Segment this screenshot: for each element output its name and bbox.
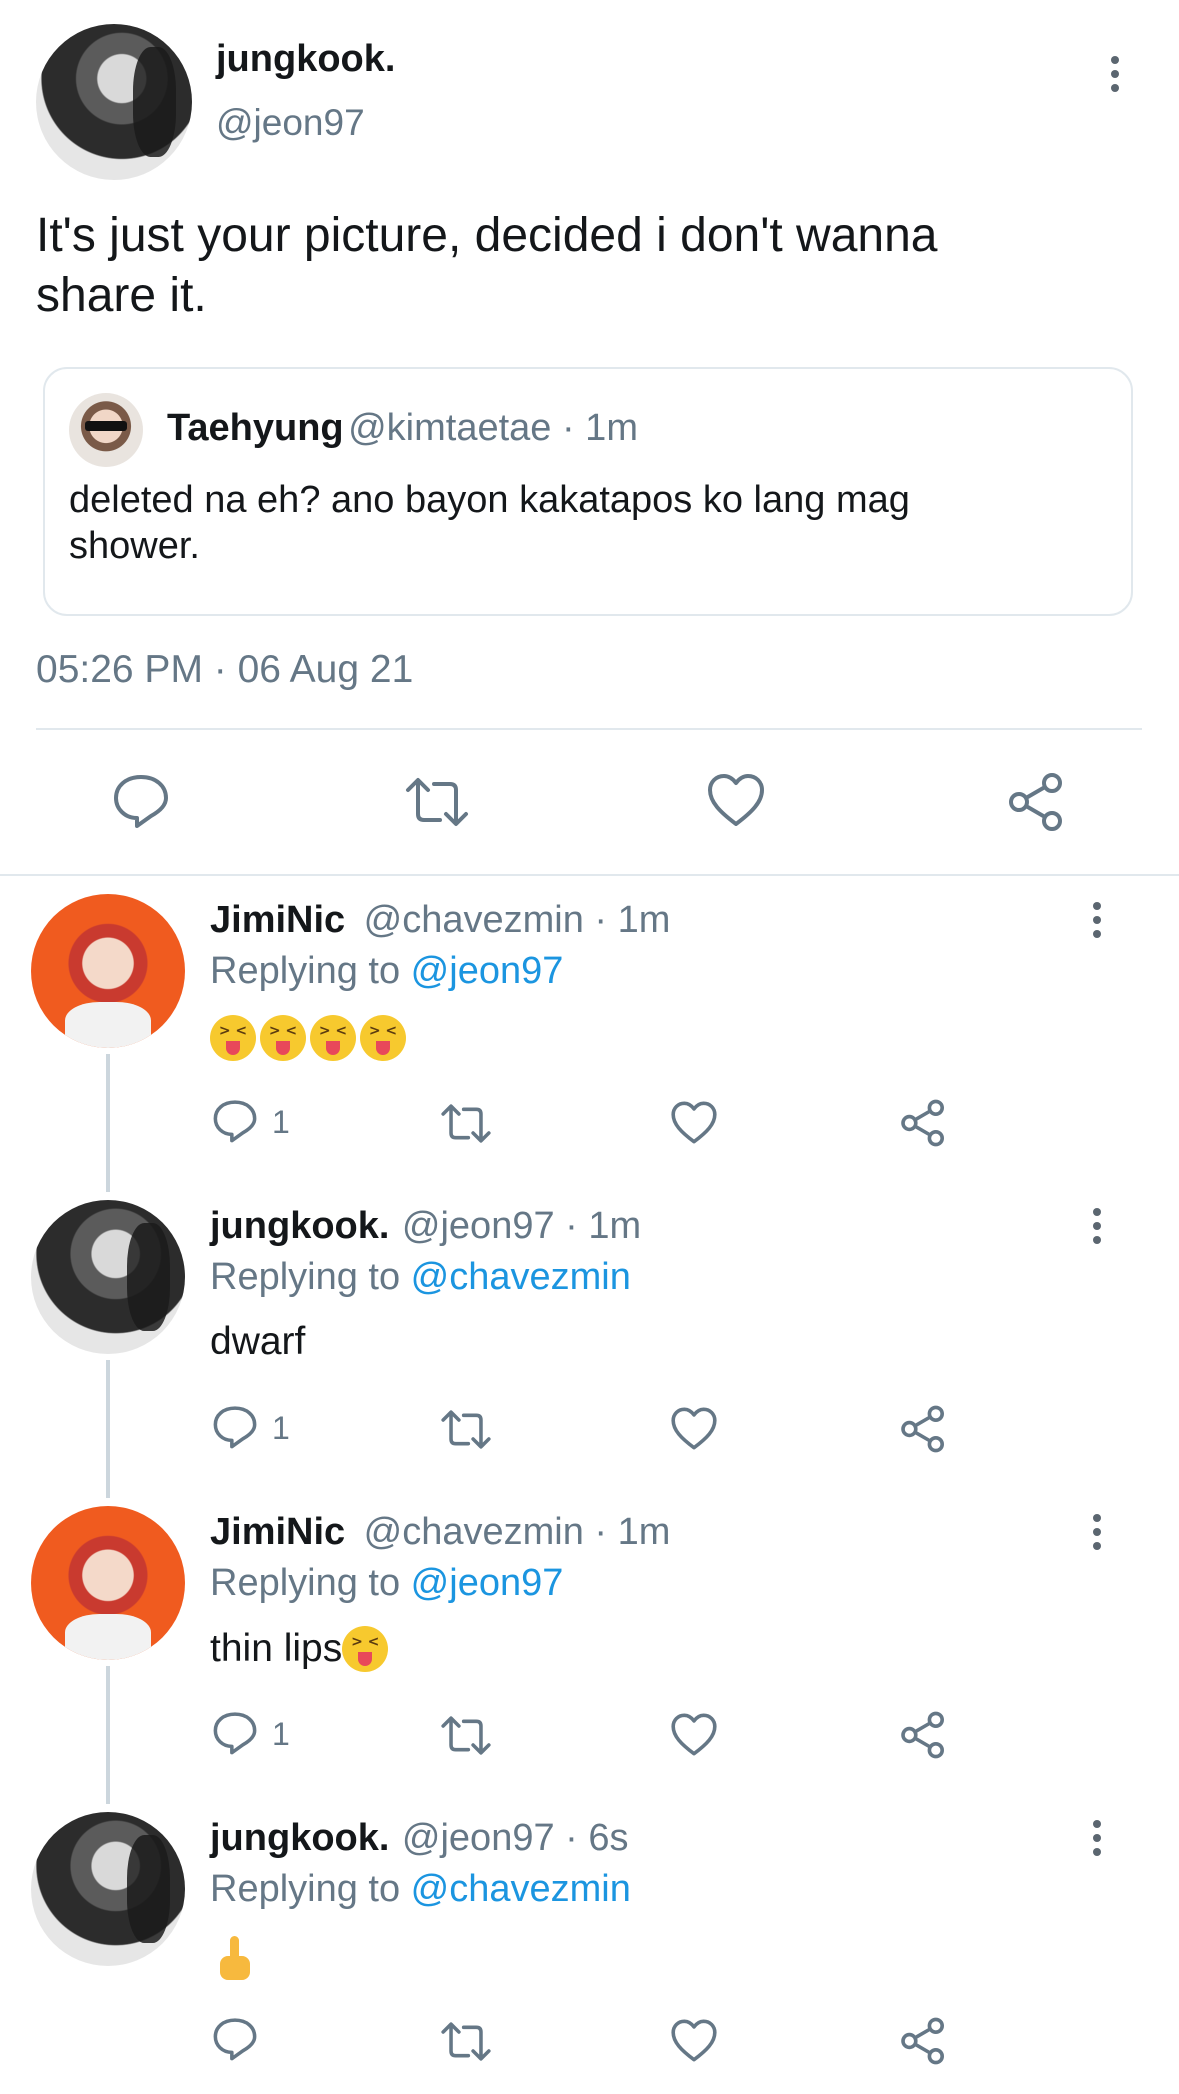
thread-line (106, 1054, 110, 1192)
quoted-text: deleted na eh? ano bayon kakatapos ko la… (69, 477, 1109, 569)
reply-avatar[interactable] (31, 1506, 185, 1660)
quoted-avatar (69, 393, 143, 467)
reply-text: thin lips (210, 1627, 343, 1670)
squinting-face-with-tongue-icon (260, 1015, 306, 1061)
replying-to-prefix: Replying to (210, 1868, 411, 1910)
squinting-face-with-tongue-icon (210, 1015, 256, 1061)
reply-emoji (220, 1936, 250, 1985)
reply-meta: @jeon97 · 6s (401, 1817, 629, 1859)
author-avatar[interactable] (36, 24, 192, 180)
more-options-icon[interactable] (1111, 56, 1119, 98)
share-icon[interactable] (1006, 772, 1066, 832)
reply-icon[interactable] (212, 1405, 258, 1449)
replying-to-link[interactable]: @chavezmin (411, 1868, 631, 1910)
replying-to-link[interactable]: @jeon97 (411, 950, 564, 992)
quoted-header: Taehyung @kimtaetae · 1m (167, 407, 638, 450)
replying-to: Replying to @jeon97 (210, 950, 563, 993)
reply-count: 1 (272, 1104, 290, 1140)
replying-to-prefix: Replying to (210, 1562, 411, 1604)
tweet-text-line-1: It's just your picture, decided i don't … (36, 209, 938, 262)
like-icon[interactable] (670, 1100, 718, 1145)
reply-meta: @jeon97 · 1m (401, 1205, 642, 1247)
thread-line (106, 1666, 110, 1804)
reply-avatar[interactable] (31, 1812, 185, 1966)
squinting-face-with-tongue-icon (310, 1015, 356, 1061)
like-icon[interactable] (670, 1406, 718, 1451)
share-icon[interactable] (899, 1405, 947, 1453)
replying-to: Replying to @jeon97 (210, 1562, 563, 1605)
share-icon[interactable] (899, 2017, 947, 2065)
tweet-timestamp: 05:26 PM · 06 Aug 21 (36, 648, 414, 691)
retweet-icon[interactable] (440, 1103, 492, 1144)
more-options-icon[interactable] (1093, 1820, 1101, 1862)
quoted-text-line-2: shower. (69, 525, 200, 567)
reply-author-name[interactable]: JimiNic (210, 899, 345, 941)
reply-header: JimiNic @chavezmin · 1m (210, 1511, 670, 1554)
squinting-face-with-tongue-icon (342, 1626, 389, 1672)
reply-icon[interactable] (212, 2017, 258, 2061)
tweet-text-line-2: share it. (36, 269, 207, 322)
retweet-icon[interactable] (440, 2021, 492, 2062)
replying-to-link[interactable]: @chavezmin (411, 1256, 631, 1298)
reply-icon[interactable] (212, 1711, 258, 1755)
reply-avatar[interactable] (31, 894, 185, 1048)
reply-icon[interactable] (212, 1099, 258, 1143)
reply-avatar[interactable] (31, 1200, 185, 1354)
quoted-name: Taehyung (167, 407, 344, 449)
backhand-index-pointing-up-icon (220, 1936, 250, 1980)
share-icon[interactable] (899, 1711, 947, 1759)
tweet-text: It's just your picture, decided i don't … (36, 206, 1146, 326)
quoted-meta: @kimtaetae · 1m (348, 407, 638, 449)
retweet-icon[interactable] (440, 1409, 492, 1450)
reply-header: jungkook. @jeon97 · 1m (210, 1205, 641, 1248)
reply-meta: @chavezmin · 1m (363, 899, 671, 941)
reply-count: 1 (272, 1410, 290, 1446)
thread-line (106, 1360, 110, 1498)
reply-header: jungkook. @jeon97 · 6s (210, 1817, 629, 1860)
author-handle[interactable]: @jeon97 (216, 102, 365, 144)
quoted-text-line-1: deleted na eh? ano bayon kakatapos ko la… (69, 479, 910, 521)
quoted-tweet[interactable]: Taehyung @kimtaetae · 1m deleted na eh? … (43, 367, 1133, 616)
replying-to: Replying to @chavezmin (210, 1256, 631, 1299)
more-options-icon[interactable] (1093, 1514, 1101, 1556)
squinting-face-with-tongue-icon (360, 1015, 406, 1061)
reply-author-name[interactable]: JimiNic (210, 1511, 345, 1553)
reply-meta: @chavezmin · 1m (363, 1511, 671, 1553)
reply-author-name[interactable]: jungkook. (210, 1817, 389, 1859)
reply-count: 1 (272, 1716, 290, 1752)
replying-to-link[interactable]: @jeon97 (411, 1562, 564, 1604)
divider (0, 874, 1179, 876)
reply-author-name[interactable]: jungkook. (210, 1205, 389, 1247)
reply-header: JimiNic @chavezmin · 1m (210, 899, 670, 942)
like-icon[interactable] (706, 772, 766, 828)
more-options-icon[interactable] (1093, 1208, 1101, 1250)
like-icon[interactable] (670, 1712, 718, 1757)
author-name[interactable]: jungkook. (216, 38, 395, 81)
like-icon[interactable] (670, 2018, 718, 2063)
reply-emoji (210, 1015, 410, 1061)
replying-to-prefix: Replying to (210, 1256, 411, 1298)
reply-body: thin lips (210, 1626, 392, 1672)
retweet-icon[interactable] (404, 776, 470, 828)
reply-text: dwarf (210, 1320, 306, 1363)
share-icon[interactable] (899, 1099, 947, 1147)
reply-icon[interactable] (112, 773, 170, 829)
replying-to: Replying to @chavezmin (210, 1868, 631, 1911)
divider (36, 728, 1142, 730)
replying-to-prefix: Replying to (210, 950, 411, 992)
more-options-icon[interactable] (1093, 902, 1101, 944)
retweet-icon[interactable] (440, 1715, 492, 1756)
